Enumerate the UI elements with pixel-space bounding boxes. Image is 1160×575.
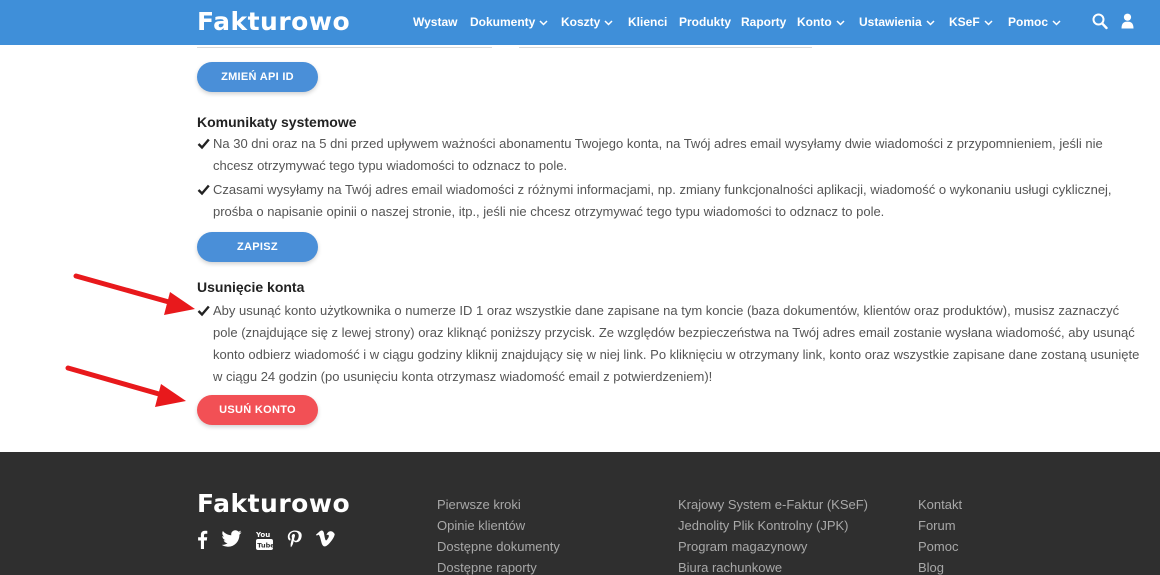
vimeo-icon[interactable] xyxy=(316,530,335,552)
system-message-option-1: Na 30 dni oraz na 5 dni przed upływem wa… xyxy=(213,136,1103,173)
chevron-down-icon xyxy=(604,15,613,29)
footer-column-1: Pierwsze kroki Opinie klientów Dostępne … xyxy=(437,494,560,575)
svg-text:You: You xyxy=(256,531,270,539)
chevron-down-icon xyxy=(836,15,845,29)
footer: Fakturowo You Tube Pierwsze kroki Opinie … xyxy=(0,452,1160,575)
nav-label: Pomoc xyxy=(1008,15,1049,29)
footer-link-opinie-klientow[interactable]: Opinie klientów xyxy=(437,515,560,536)
pinterest-icon[interactable] xyxy=(287,530,302,554)
footer-link-jpk[interactable]: Jednolity Plik Kontrolny (JPK) xyxy=(678,515,868,536)
delete-account-description: Aby usunąć konto użytkownika o numerze I… xyxy=(213,303,1140,384)
chevron-down-icon xyxy=(539,15,548,29)
nav-label: Raporty xyxy=(741,15,787,29)
nav-item-pomoc[interactable]: Pomoc xyxy=(1008,15,1061,29)
footer-link-blog[interactable]: Blog xyxy=(918,557,962,575)
nav-item-ustawienia[interactable]: Ustawienia xyxy=(859,15,935,29)
chevron-down-icon xyxy=(926,15,935,29)
footer-link-forum[interactable]: Forum xyxy=(918,515,962,536)
nav-item-klienci[interactable]: Klienci xyxy=(628,15,667,29)
footer-link-dostepne-dokumenty[interactable]: Dostępne dokumenty xyxy=(437,536,560,557)
nav-label: Koszty xyxy=(561,15,601,29)
search-icon[interactable] xyxy=(1092,13,1108,35)
nav-label: Produkty xyxy=(679,15,732,29)
nav-item-raporty[interactable]: Raporty xyxy=(741,15,786,29)
facebook-icon[interactable] xyxy=(197,530,208,554)
nav-label: Klienci xyxy=(628,15,668,29)
nav-item-dokumenty[interactable]: Dokumenty xyxy=(470,15,548,29)
chevron-down-icon xyxy=(984,15,993,29)
svg-text:Tube: Tube xyxy=(257,542,273,550)
footer-link-program-magazynowy[interactable]: Program magazynowy xyxy=(678,536,868,557)
nav-item-produkty[interactable]: Produkty xyxy=(679,15,731,29)
arrow-to-delete-button xyxy=(65,365,186,407)
footer-link-ksef[interactable]: Krajowy System e-Faktur (KSeF) xyxy=(678,494,868,515)
nav-label: Wystaw xyxy=(413,15,458,29)
api-input-edge xyxy=(519,45,812,48)
nav-item-ksef[interactable]: KSeF xyxy=(949,15,993,29)
footer-column-2: Krajowy System e-Faktur (KSeF) Jednolity… xyxy=(678,494,868,575)
annotation-arrows xyxy=(65,273,195,407)
nav-label: Dokumenty xyxy=(470,15,536,29)
footer-link-pomoc[interactable]: Pomoc xyxy=(918,536,962,557)
youtube-icon[interactable]: You Tube xyxy=(255,530,275,555)
nav-label: Ustawienia xyxy=(859,15,922,29)
user-icon[interactable] xyxy=(1121,13,1134,34)
arrow-to-checkbox xyxy=(73,273,195,315)
footer-logo[interactable]: Fakturowo xyxy=(197,489,350,518)
nav-label: KSeF xyxy=(949,15,980,29)
chevron-down-icon xyxy=(1052,15,1061,29)
nav-item-konto[interactable]: Konto xyxy=(797,15,845,29)
footer-link-pierwsze-kroki[interactable]: Pierwsze kroki xyxy=(437,494,560,515)
footer-link-dostepne-raporty[interactable]: Dostępne raporty xyxy=(437,557,560,575)
footer-link-biura-rachunkowe[interactable]: Biura rachunkowe xyxy=(678,557,868,575)
footer-link-kontakt[interactable]: Kontakt xyxy=(918,494,962,515)
nav-label: Konto xyxy=(797,15,832,29)
nav-item-koszty[interactable]: Koszty xyxy=(561,15,613,29)
footer-column-3: Kontakt Forum Pomoc Blog xyxy=(918,494,962,575)
nav-item-wystaw[interactable]: Wystaw xyxy=(413,15,457,29)
system-message-option-2: Czasami wysyłamy na Twój adres email wia… xyxy=(213,182,1112,219)
twitter-icon[interactable] xyxy=(221,530,242,552)
